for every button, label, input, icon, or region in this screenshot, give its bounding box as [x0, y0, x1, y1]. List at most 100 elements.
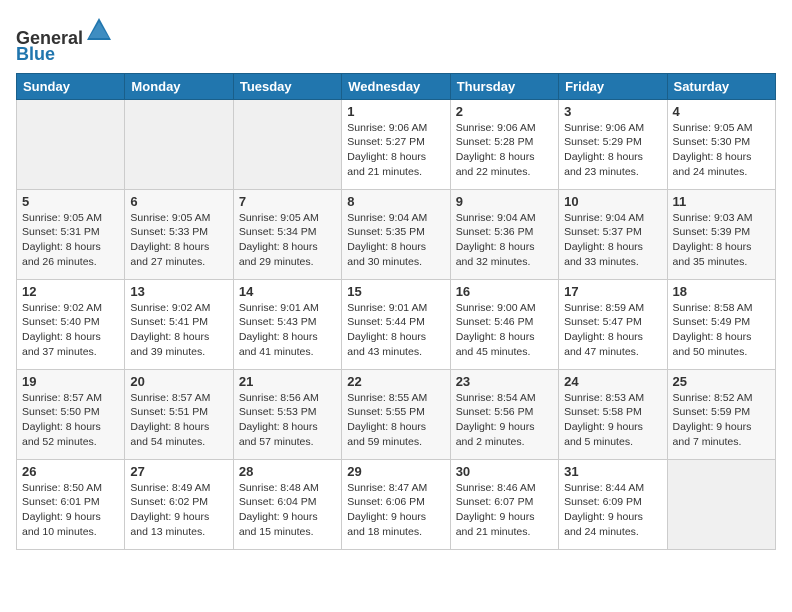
day-info: Sunrise: 8:47 AM Sunset: 6:06 PM Dayligh…: [347, 481, 444, 540]
day-number: 6: [130, 194, 227, 209]
calendar-cell: 11 Sunrise: 9:03 AM Sunset: 5:39 PM Dayli…: [667, 189, 775, 279]
day-info: Sunrise: 9:05 AM Sunset: 5:34 PM Dayligh…: [239, 211, 336, 270]
day-info: Sunrise: 8:50 AM Sunset: 6:01 PM Dayligh…: [22, 481, 119, 540]
weekday-header-row: SundayMondayTuesdayWednesdayThursdayFrid…: [17, 73, 776, 99]
day-info: Sunrise: 8:56 AM Sunset: 5:53 PM Dayligh…: [239, 391, 336, 450]
day-number: 8: [347, 194, 444, 209]
weekday-header-friday: Friday: [559, 73, 667, 99]
day-number: 4: [673, 104, 770, 119]
day-info: Sunrise: 8:44 AM Sunset: 6:09 PM Dayligh…: [564, 481, 661, 540]
calendar-week-row: 19 Sunrise: 8:57 AM Sunset: 5:50 PM Dayli…: [17, 369, 776, 459]
calendar-week-row: 1Sunrise: 9:06 AM Sunset: 5:27 PM Daylig…: [17, 99, 776, 189]
day-info: Sunrise: 8:57 AM Sunset: 5:50 PM Dayligh…: [22, 391, 119, 450]
day-info: Sunrise: 9:05 AM Sunset: 5:31 PM Dayligh…: [22, 211, 119, 270]
weekday-header-tuesday: Tuesday: [233, 73, 341, 99]
day-number: 17: [564, 284, 661, 299]
calendar-cell: 5 Sunrise: 9:05 AM Sunset: 5:31 PM Daylig…: [17, 189, 125, 279]
day-info: Sunrise: 9:06 AM Sunset: 5:29 PM Dayligh…: [564, 121, 661, 180]
day-info: Sunrise: 8:57 AM Sunset: 5:51 PM Dayligh…: [130, 391, 227, 450]
calendar-cell: 10 Sunrise: 9:04 AM Sunset: 5:37 PM Dayli…: [559, 189, 667, 279]
calendar-cell: 6 Sunrise: 9:05 AM Sunset: 5:33 PM Daylig…: [125, 189, 233, 279]
logo-icon: [85, 16, 113, 44]
day-info: Sunrise: 8:53 AM Sunset: 5:58 PM Dayligh…: [564, 391, 661, 450]
day-number: 19: [22, 374, 119, 389]
day-number: 25: [673, 374, 770, 389]
weekday-header-saturday: Saturday: [667, 73, 775, 99]
day-info: Sunrise: 9:03 AM Sunset: 5:39 PM Dayligh…: [673, 211, 770, 270]
calendar-cell: 3 Sunrise: 9:06 AM Sunset: 5:29 PM Daylig…: [559, 99, 667, 189]
calendar-cell: 12 Sunrise: 9:02 AM Sunset: 5:40 PM Dayli…: [17, 279, 125, 369]
calendar-cell: [17, 99, 125, 189]
day-info: Sunrise: 8:55 AM Sunset: 5:55 PM Dayligh…: [347, 391, 444, 450]
calendar-week-row: 5 Sunrise: 9:05 AM Sunset: 5:31 PM Daylig…: [17, 189, 776, 279]
day-info: Sunrise: 8:58 AM Sunset: 5:49 PM Dayligh…: [673, 301, 770, 360]
logo: General Blue: [16, 16, 113, 65]
day-number: 18: [673, 284, 770, 299]
day-number: 16: [456, 284, 553, 299]
day-number: 24: [564, 374, 661, 389]
day-info: Sunrise: 9:00 AM Sunset: 5:46 PM Dayligh…: [456, 301, 553, 360]
day-info: Sunrise: 9:01 AM Sunset: 5:44 PM Dayligh…: [347, 301, 444, 360]
day-info: Sunrise: 9:04 AM Sunset: 5:36 PM Dayligh…: [456, 211, 553, 270]
weekday-header-monday: Monday: [125, 73, 233, 99]
day-number: 27: [130, 464, 227, 479]
calendar-week-row: 12 Sunrise: 9:02 AM Sunset: 5:40 PM Dayli…: [17, 279, 776, 369]
day-info: Sunrise: 9:06 AM Sunset: 5:28 PM Dayligh…: [456, 121, 553, 180]
day-number: 7: [239, 194, 336, 209]
logo-blue-text: Blue: [16, 44, 55, 64]
day-number: 11: [673, 194, 770, 209]
calendar-cell: 16 Sunrise: 9:00 AM Sunset: 5:46 PM Dayli…: [450, 279, 558, 369]
weekday-header-sunday: Sunday: [17, 73, 125, 99]
weekday-header-thursday: Thursday: [450, 73, 558, 99]
day-info: Sunrise: 9:02 AM Sunset: 5:41 PM Dayligh…: [130, 301, 227, 360]
calendar-cell: 24 Sunrise: 8:53 AM Sunset: 5:58 PM Dayli…: [559, 369, 667, 459]
day-number: 14: [239, 284, 336, 299]
day-number: 3: [564, 104, 661, 119]
calendar-cell: 20 Sunrise: 8:57 AM Sunset: 5:51 PM Dayli…: [125, 369, 233, 459]
calendar-cell: 22Sunrise: 8:55 AM Sunset: 5:55 PM Dayli…: [342, 369, 450, 459]
day-number: 20: [130, 374, 227, 389]
calendar-week-row: 26 Sunrise: 8:50 AM Sunset: 6:01 PM Dayli…: [17, 459, 776, 549]
day-number: 10: [564, 194, 661, 209]
weekday-header-wednesday: Wednesday: [342, 73, 450, 99]
day-number: 12: [22, 284, 119, 299]
calendar-cell: 28Sunrise: 8:48 AM Sunset: 6:04 PM Dayli…: [233, 459, 341, 549]
day-info: Sunrise: 9:05 AM Sunset: 5:33 PM Dayligh…: [130, 211, 227, 270]
day-number: 23: [456, 374, 553, 389]
day-number: 29: [347, 464, 444, 479]
calendar-table: SundayMondayTuesdayWednesdayThursdayFrid…: [16, 73, 776, 550]
day-info: Sunrise: 9:04 AM Sunset: 5:37 PM Dayligh…: [564, 211, 661, 270]
page-header: General Blue: [16, 16, 776, 65]
calendar-cell: [233, 99, 341, 189]
calendar-cell: 26 Sunrise: 8:50 AM Sunset: 6:01 PM Dayli…: [17, 459, 125, 549]
calendar-cell: 21 Sunrise: 8:56 AM Sunset: 5:53 PM Dayli…: [233, 369, 341, 459]
day-number: 2: [456, 104, 553, 119]
calendar-cell: 1Sunrise: 9:06 AM Sunset: 5:27 PM Daylig…: [342, 99, 450, 189]
day-info: Sunrise: 9:04 AM Sunset: 5:35 PM Dayligh…: [347, 211, 444, 270]
calendar-cell: 15 Sunrise: 9:01 AM Sunset: 5:44 PM Dayli…: [342, 279, 450, 369]
calendar-cell: 25Sunrise: 8:52 AM Sunset: 5:59 PM Dayli…: [667, 369, 775, 459]
day-number: 15: [347, 284, 444, 299]
day-info: Sunrise: 9:02 AM Sunset: 5:40 PM Dayligh…: [22, 301, 119, 360]
day-info: Sunrise: 8:46 AM Sunset: 6:07 PM Dayligh…: [456, 481, 553, 540]
day-info: Sunrise: 8:59 AM Sunset: 5:47 PM Dayligh…: [564, 301, 661, 360]
calendar-cell: 31Sunrise: 8:44 AM Sunset: 6:09 PM Dayli…: [559, 459, 667, 549]
calendar-cell: 13 Sunrise: 9:02 AM Sunset: 5:41 PM Dayli…: [125, 279, 233, 369]
calendar-cell: 30 Sunrise: 8:46 AM Sunset: 6:07 PM Dayli…: [450, 459, 558, 549]
calendar-cell: 17 Sunrise: 8:59 AM Sunset: 5:47 PM Dayli…: [559, 279, 667, 369]
calendar-cell: 9Sunrise: 9:04 AM Sunset: 5:36 PM Daylig…: [450, 189, 558, 279]
day-number: 13: [130, 284, 227, 299]
day-number: 26: [22, 464, 119, 479]
calendar-cell: 14Sunrise: 9:01 AM Sunset: 5:43 PM Dayli…: [233, 279, 341, 369]
calendar-cell: 19 Sunrise: 8:57 AM Sunset: 5:50 PM Dayli…: [17, 369, 125, 459]
day-number: 21: [239, 374, 336, 389]
calendar-cell: 29 Sunrise: 8:47 AM Sunset: 6:06 PM Dayli…: [342, 459, 450, 549]
day-info: Sunrise: 9:06 AM Sunset: 5:27 PM Dayligh…: [347, 121, 444, 180]
day-number: 5: [22, 194, 119, 209]
calendar-cell: 2 Sunrise: 9:06 AM Sunset: 5:28 PM Daylig…: [450, 99, 558, 189]
day-number: 30: [456, 464, 553, 479]
calendar-cell: [125, 99, 233, 189]
day-info: Sunrise: 8:48 AM Sunset: 6:04 PM Dayligh…: [239, 481, 336, 540]
calendar-cell: 7 Sunrise: 9:05 AM Sunset: 5:34 PM Daylig…: [233, 189, 341, 279]
day-info: Sunrise: 8:49 AM Sunset: 6:02 PM Dayligh…: [130, 481, 227, 540]
